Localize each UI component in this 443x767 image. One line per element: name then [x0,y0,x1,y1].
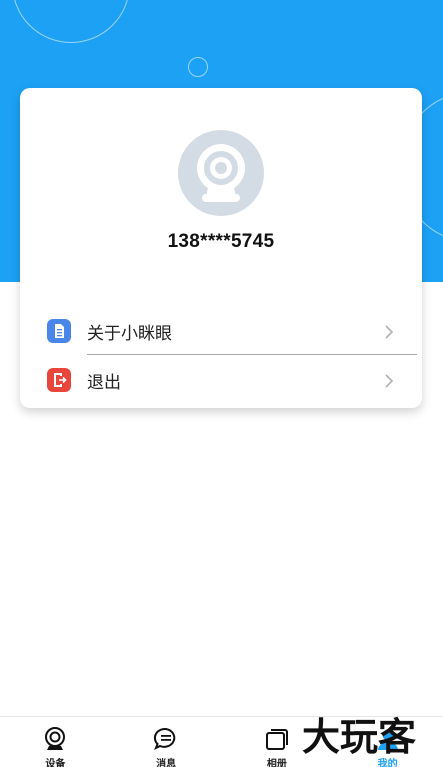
watermark-logo: 大玩客 [300,712,436,759]
avatar[interactable] [178,130,264,216]
camera-icon [42,726,68,752]
profile-screen: 138****5745 关于小眯眼 退出 设备 消息 相册 我的 大玩客 [0,0,443,767]
tab-messages[interactable]: 消息 [111,717,222,767]
tab-label: 消息 [156,759,177,767]
logout-icon [47,368,71,392]
tab-devices[interactable]: 设备 [0,717,111,767]
document-icon [47,319,71,343]
chevron-right-icon [382,324,396,339]
menu-item-label: 关于小眯眼 [87,323,172,344]
menu-item-logout[interactable]: 退出 [20,355,422,405]
menu-item-label: 退出 [87,372,121,393]
message-icon [153,726,179,752]
decorative-circle [188,57,208,77]
phone-number: 138****5745 [167,231,275,252]
watermark-text: 大玩客 [302,715,416,758]
profile-card: 138****5745 关于小眯眼 退出 [20,88,422,408]
chevron-right-icon [382,373,396,388]
album-icon [264,726,290,752]
menu-item-about[interactable]: 关于小眯眼 [20,306,422,356]
camera-avatar-icon [197,144,245,202]
decorative-circle [12,0,130,43]
tab-label: 设备 [45,759,66,767]
